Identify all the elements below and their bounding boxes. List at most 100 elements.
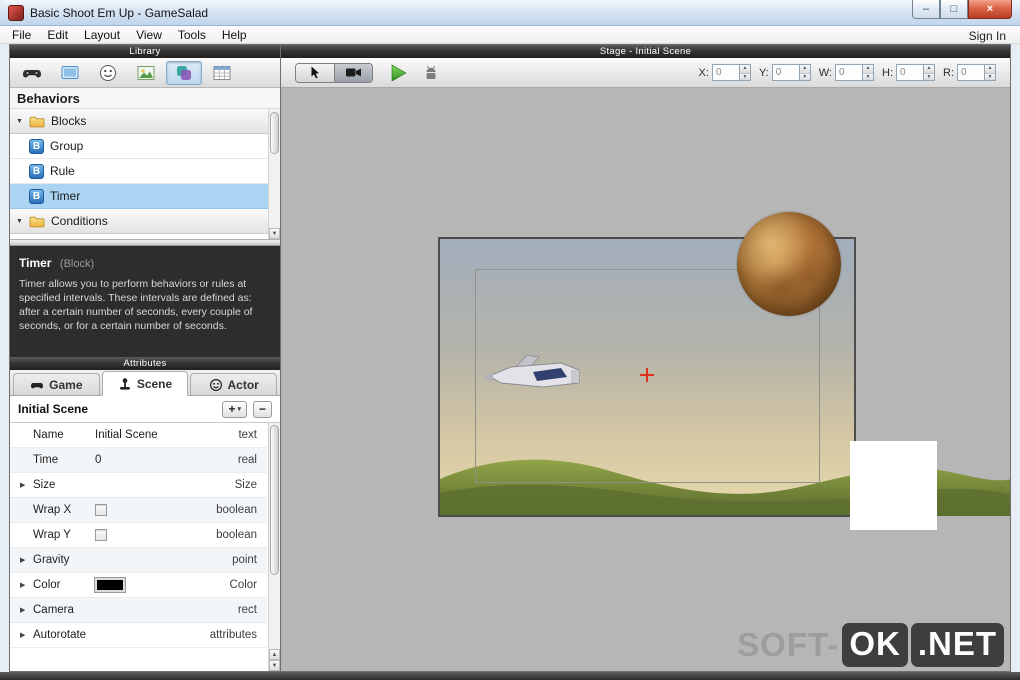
coord-w: W: ▲ ▼: [819, 64, 874, 81]
library-tab-actors[interactable]: [90, 61, 126, 85]
tree-item-rule[interactable]: B Rule: [10, 159, 280, 184]
ship-actor[interactable]: [481, 350, 585, 396]
tree-item-timer[interactable]: B Timer: [10, 184, 280, 209]
menu-layout[interactable]: Layout: [76, 27, 128, 43]
spin-down-icon[interactable]: ▼: [924, 72, 934, 80]
cursor-tool-button[interactable]: [296, 63, 334, 82]
expand-triangle-icon[interactable]: ▶: [20, 606, 33, 614]
attr-row-autorotate[interactable]: ▶ Autorotate attributes: [10, 623, 267, 648]
library-tab-tables[interactable]: [204, 61, 240, 85]
menu-tools[interactable]: Tools: [170, 27, 214, 43]
attributes-scroll-down-icon[interactable]: ▼: [269, 660, 280, 671]
tab-scene[interactable]: Scene: [101, 371, 189, 396]
expand-triangle-icon[interactable]: ▶: [20, 556, 33, 564]
expand-triangle-icon[interactable]: ▶: [20, 631, 33, 639]
tree-scroll-down-icon[interactable]: ▼: [269, 228, 280, 239]
spin-up-icon[interactable]: ▲: [863, 65, 873, 73]
spin-up-icon[interactable]: ▲: [739, 65, 750, 73]
attr-row-wrap-x[interactable]: Wrap X boolean: [10, 498, 267, 523]
library-tab-behaviors[interactable]: [166, 60, 202, 85]
attributes-header: Attributes: [10, 357, 280, 370]
spawn-crosshair[interactable]: [639, 367, 655, 383]
coord-w-input[interactable]: [836, 65, 862, 80]
attributes-scrollbar[interactable]: ▲ ▼: [268, 423, 280, 671]
tree-item-label: Conditions: [51, 214, 108, 228]
menu-edit[interactable]: Edit: [39, 27, 76, 43]
library-tab-game[interactable]: [14, 61, 50, 85]
smiley-icon: [209, 378, 222, 391]
coord-x: X: ▲ ▼: [699, 64, 751, 81]
tree-item-label: Rule: [50, 164, 75, 178]
spin-up-icon[interactable]: ▲: [799, 65, 810, 73]
attr-row-camera[interactable]: ▶ Camera rect: [10, 598, 267, 623]
sign-in-button[interactable]: Sign In: [969, 29, 1006, 43]
color-swatch[interactable]: [94, 577, 126, 593]
stage-panel: Stage - Initial Scene X: 0 ▲ ▼ Y: 0 ▲ ▼ …: [281, 45, 1010, 671]
library-section-title: Behaviors: [10, 88, 280, 109]
coord-x-label: X:: [698, 66, 709, 79]
attr-row-name[interactable]: Name Initial Scene text: [10, 423, 267, 448]
library-tab-images[interactable]: [128, 61, 164, 85]
close-button[interactable]: ×: [968, 0, 1012, 19]
behavior-tree: ▼ Blocks B Group B Rule B Timer ▼ Condit…: [10, 109, 280, 239]
remove-attribute-button[interactable]: −: [252, 400, 272, 418]
attr-row-wrap-y[interactable]: Wrap Y boolean: [10, 523, 267, 548]
titlebar[interactable]: Basic Shoot Em Up - GameSalad – □ ×: [0, 0, 1020, 26]
spin-down-icon[interactable]: ▼: [863, 72, 873, 80]
menu-view[interactable]: View: [128, 27, 170, 43]
white-actor[interactable]: [850, 441, 937, 530]
menu-help[interactable]: Help: [214, 27, 255, 43]
coord-r-input[interactable]: [958, 65, 984, 80]
spin-down-icon[interactable]: ▼: [739, 72, 750, 80]
attr-row-time[interactable]: Time 0 real: [10, 448, 267, 473]
attr-row-size[interactable]: ▶ Size Size: [10, 473, 267, 498]
coordinate-controls: X: ▲ ▼ Y: ▲ ▼: [699, 64, 1000, 81]
planet-actor[interactable]: [737, 212, 841, 316]
coord-h-input[interactable]: [897, 65, 923, 80]
tree-item-group[interactable]: B Group: [10, 134, 280, 159]
tab-actor[interactable]: Actor: [190, 373, 278, 395]
attributes-scroll-up-icon[interactable]: ▲: [269, 649, 280, 660]
play-button[interactable]: [391, 63, 407, 82]
wrap-y-checkbox[interactable]: [95, 529, 107, 541]
tree-item-blocks[interactable]: ▼ Blocks: [10, 109, 280, 134]
play-icon: [391, 63, 407, 82]
tree-scrollbar-thumb[interactable]: [270, 112, 279, 154]
camera-tool-button[interactable]: [334, 63, 372, 82]
spin-down-icon[interactable]: ▼: [985, 72, 995, 80]
disclosure-icon[interactable]: ▼: [16, 118, 29, 125]
tables-icon: [213, 65, 231, 80]
main-content: Library Behaviors ▼ Blocks B Group B Rul…: [9, 44, 1011, 672]
tree-item-conditions[interactable]: ▼ Conditions: [10, 209, 280, 234]
expand-triangle-icon[interactable]: ▶: [20, 581, 33, 589]
coord-y-input[interactable]: [772, 65, 799, 80]
attr-row-color[interactable]: ▶ Color Color: [10, 573, 267, 598]
spin-up-icon[interactable]: ▲: [985, 65, 995, 73]
attributes-scrollbar-thumb[interactable]: [270, 425, 279, 575]
preview-device-button[interactable]: [423, 65, 439, 81]
coord-x-input[interactable]: [712, 65, 739, 80]
coord-r-stepper: ▲ ▼: [984, 65, 995, 80]
scene-name: Initial Scene: [18, 402, 89, 416]
add-attribute-button[interactable]: + ▾: [222, 400, 247, 418]
library-tab-scenes[interactable]: [52, 61, 88, 85]
menu-file[interactable]: File: [4, 27, 39, 43]
coord-y-stepper: ▲ ▼: [798, 65, 810, 80]
coord-r-label: R:: [943, 66, 954, 79]
attributes-tabs: Game Scene Actor: [10, 370, 280, 396]
library-header: Library: [10, 45, 280, 58]
expand-triangle-icon[interactable]: ▶: [20, 481, 33, 489]
attr-row-gravity[interactable]: ▶ Gravity point: [10, 548, 267, 573]
maximize-button[interactable]: □: [940, 0, 968, 19]
scene-name-row: Initial Scene + ▾ −: [10, 396, 280, 423]
tree-scrollbar[interactable]: ▼: [268, 109, 280, 239]
spin-down-icon[interactable]: ▼: [799, 72, 810, 80]
disclosure-icon[interactable]: ▼: [16, 218, 29, 225]
minimize-button[interactable]: –: [912, 0, 940, 19]
tab-game[interactable]: Game: [13, 373, 100, 395]
wrap-x-checkbox[interactable]: [95, 504, 107, 516]
panel-splitter[interactable]: [10, 239, 280, 246]
stage-canvas[interactable]: SOFT- OK .NET: [281, 88, 1010, 671]
spin-up-icon[interactable]: ▲: [924, 65, 934, 73]
behavior-badge-icon: B: [29, 163, 44, 179]
